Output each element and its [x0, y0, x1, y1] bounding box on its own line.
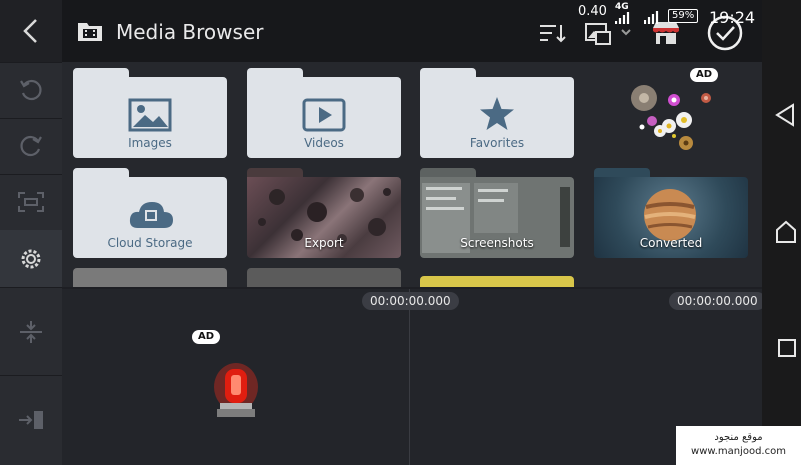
ad-tile[interactable]: AD: [594, 68, 750, 160]
split-icon: [20, 321, 42, 343]
folder-partial-3[interactable]: [420, 276, 574, 287]
watermark: موقع منجود www.manjood.com: [676, 426, 801, 465]
redo-icon: [20, 135, 42, 157]
nav-back-icon[interactable]: [775, 103, 795, 127]
tool-rail: [0, 0, 62, 465]
images-icon: [128, 98, 172, 132]
cloud-icon: [129, 202, 173, 228]
undo-button[interactable]: [0, 62, 62, 119]
folder-cloud-storage[interactable]: Cloud Storage: [73, 168, 227, 260]
timecode-right: 00:00:00.000: [669, 292, 766, 310]
folder-partial-2[interactable]: [247, 268, 401, 287]
system-nav-bar: [762, 0, 801, 465]
split-button[interactable]: [0, 289, 62, 376]
folder-screenshots[interactable]: Screenshots: [420, 168, 574, 260]
folder-images[interactable]: Images: [73, 68, 227, 160]
redo-button[interactable]: [0, 118, 62, 175]
insert-button[interactable]: [0, 375, 62, 465]
back-arrow-icon: [23, 19, 37, 43]
folder-export[interactable]: Export: [247, 168, 401, 260]
folder-label: Screenshots: [460, 236, 534, 250]
back-button[interactable]: [0, 0, 62, 63]
settings-button[interactable]: [0, 230, 62, 288]
undo-icon: [20, 79, 42, 101]
folder-label: Images: [128, 136, 172, 150]
media-grid: Images Videos Favorites AD Cloud Storage…: [62, 62, 762, 287]
folder-partial-1[interactable]: [73, 268, 227, 287]
nav-home-icon[interactable]: [775, 220, 797, 244]
watermark-line-1: موقع منجود: [714, 432, 763, 443]
folder-label: Cloud Storage: [107, 236, 193, 250]
network-type: 4G: [615, 2, 629, 12]
timeline: 00:00:00.000 00:00:00.000 AD: [62, 289, 766, 465]
insert-icon: [19, 411, 43, 429]
data-speed: 0.40: [578, 4, 607, 19]
sort-icon[interactable]: [538, 22, 568, 44]
fit-screen-button[interactable]: [0, 174, 62, 231]
folder-videos[interactable]: Videos: [247, 68, 401, 160]
clock: 19:24: [709, 8, 756, 27]
status-bar: 0.40 4G 59% 19:24: [578, 2, 762, 27]
page-title: Media Browser: [116, 20, 264, 44]
fit-screen-icon: [18, 192, 44, 212]
media-folder-icon: [78, 23, 102, 41]
watermark-line-2: www.manjood.com: [691, 446, 786, 457]
folder-label: Converted: [639, 236, 703, 250]
folder-label: Videos: [304, 136, 344, 150]
media-browser-screen: Media Browser 0.40 4G 59% 19:24 Images V…: [0, 0, 766, 465]
nav-recents-icon[interactable]: [777, 338, 797, 358]
folder-label: Export: [304, 236, 344, 250]
ad-badge-timeline: AD: [192, 330, 221, 344]
battery-level: 59%: [668, 9, 699, 23]
videos-icon: [302, 98, 346, 132]
timecode-left: 00:00:00.000: [362, 292, 459, 310]
folder-label: Favorites: [469, 136, 525, 150]
siren-ad-icon[interactable]: [212, 359, 260, 421]
flowers-ad-image: [631, 85, 711, 150]
folder-favorites[interactable]: Favorites: [420, 68, 574, 160]
signal-icon: [615, 12, 630, 24]
star-icon: [480, 97, 514, 130]
signal-icon-2: [644, 11, 659, 24]
gear-icon: [21, 249, 41, 268]
folder-converted[interactable]: Converted: [594, 168, 748, 260]
